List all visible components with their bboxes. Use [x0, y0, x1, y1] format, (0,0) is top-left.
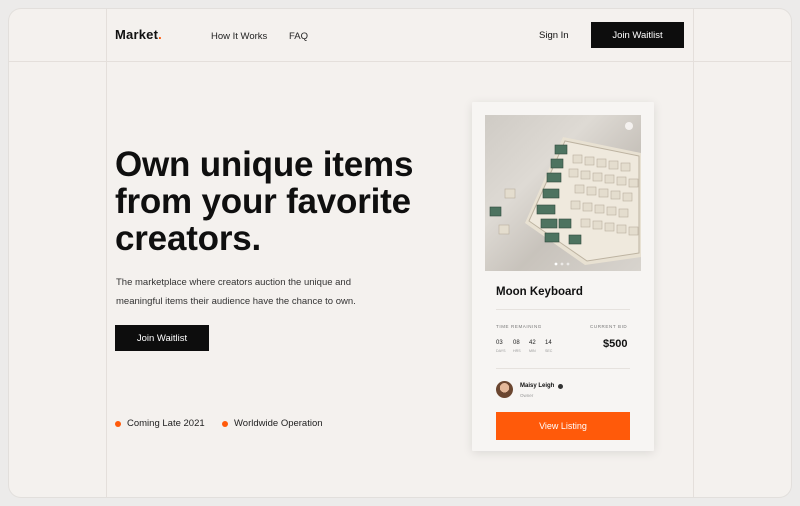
feature-label: Coming Late 2021 — [127, 418, 205, 429]
verified-icon — [558, 384, 563, 389]
countdown-unit: HRS — [513, 349, 521, 353]
feature-label: Worldwide Operation — [234, 418, 323, 429]
listing-image[interactable] — [485, 115, 641, 271]
bullet-icon — [222, 420, 228, 427]
current-bid-value: $500 — [603, 338, 628, 350]
brand-logo[interactable]: Market. — [115, 27, 162, 42]
countdown-unit: SEC — [545, 349, 553, 353]
view-listing-button[interactable]: View Listing — [496, 412, 630, 440]
page-frame: Market. How It Works FAQ Sign In Join Wa… — [9, 9, 791, 497]
listing-title: Moon Keyboard — [496, 286, 583, 298]
card-divider — [496, 309, 630, 310]
hero-headline: Own unique items from your favorite crea… — [115, 145, 414, 258]
countdown-unit: DAYS — [496, 349, 506, 353]
listing-card: Moon Keyboard TIME REMAINING CURRENT BID… — [472, 102, 654, 451]
grid-line — [693, 9, 694, 497]
brand-dot: . — [158, 27, 162, 42]
bullet-icon — [115, 420, 121, 427]
countdown-value: 42 — [529, 340, 536, 346]
grid-line — [106, 9, 107, 497]
countdown-unit: MIN — [529, 349, 536, 353]
nav-link-faq[interactable]: FAQ — [289, 31, 308, 42]
time-remaining-label: TIME REMAINING — [496, 324, 542, 329]
owner-role: Owner — [520, 393, 534, 398]
brand-name: Market — [115, 27, 159, 42]
hero-join-waitlist-button[interactable]: Join Waitlist — [115, 325, 209, 351]
countdown-value: 08 — [513, 340, 520, 346]
countdown-value: 03 — [496, 340, 503, 346]
header-join-waitlist-button[interactable]: Join Waitlist — [591, 22, 684, 48]
sign-in-link[interactable]: Sign In — [539, 30, 569, 41]
feature-item: Coming Late 2021 — [115, 418, 205, 429]
keyboard-photo — [489, 122, 641, 266]
feature-item: Worldwide Operation — [222, 418, 323, 429]
hero-subtext: The marketplace where creators auction t… — [116, 277, 356, 307]
owner-avatar[interactable] — [496, 381, 513, 398]
header-divider — [9, 61, 791, 62]
card-divider — [496, 368, 630, 369]
current-bid-label: CURRENT BID — [590, 324, 628, 329]
nav-link-how-it-works[interactable]: How It Works — [211, 31, 267, 42]
owner-name[interactable]: Maisy Leigh — [520, 383, 554, 389]
countdown-value: 14 — [545, 340, 552, 346]
